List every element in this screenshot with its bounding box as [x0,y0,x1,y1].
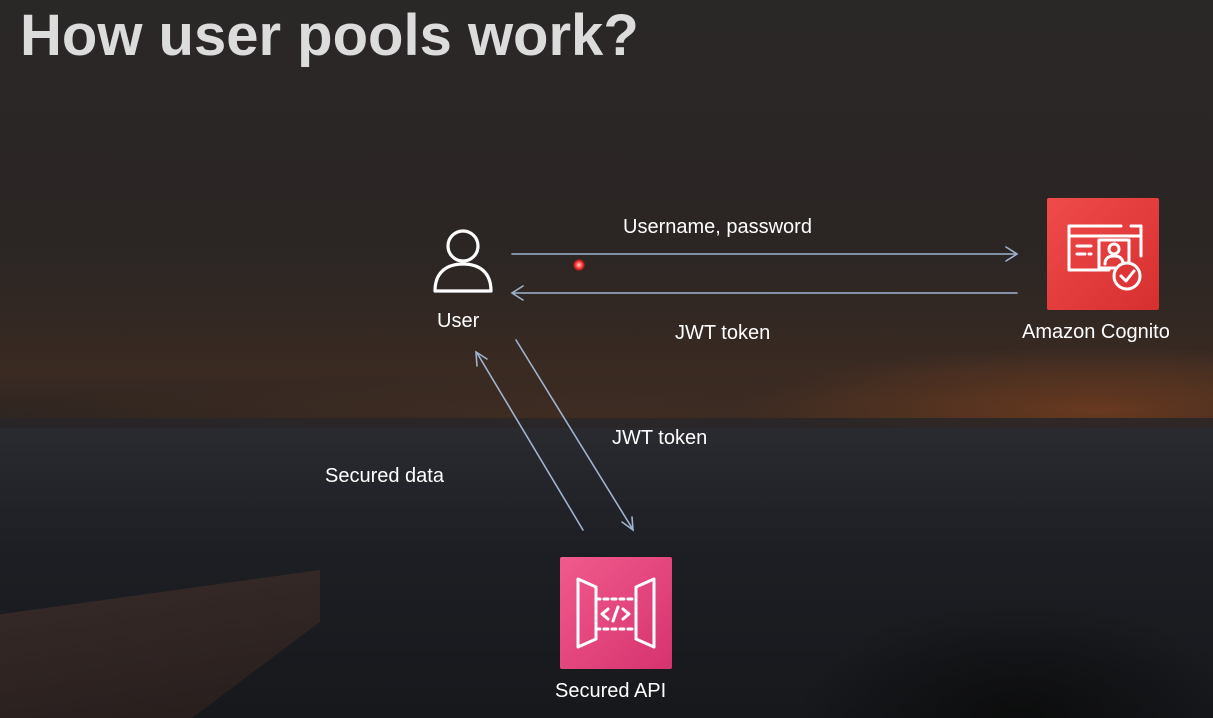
credentials-label: Username, password [623,216,812,238]
api-gateway-icon [576,577,656,649]
laser-pointer-dot [573,259,585,271]
cognito-label: Amazon Cognito [1022,321,1170,343]
token-to-api-label: JWT token [612,427,708,449]
secured-data-label: Secured data [325,465,444,487]
cognito-node [1047,198,1159,310]
arrowhead-token-to-api [621,516,634,532]
api-node [560,557,672,669]
api-label: Secured API [555,680,667,702]
token-from-cognito-label: JWT token [675,322,771,344]
arrow-secured-data [476,352,584,531]
user-icon [433,229,493,293]
cognito-identity-icon [1067,224,1143,291]
user-label: User [437,310,480,332]
